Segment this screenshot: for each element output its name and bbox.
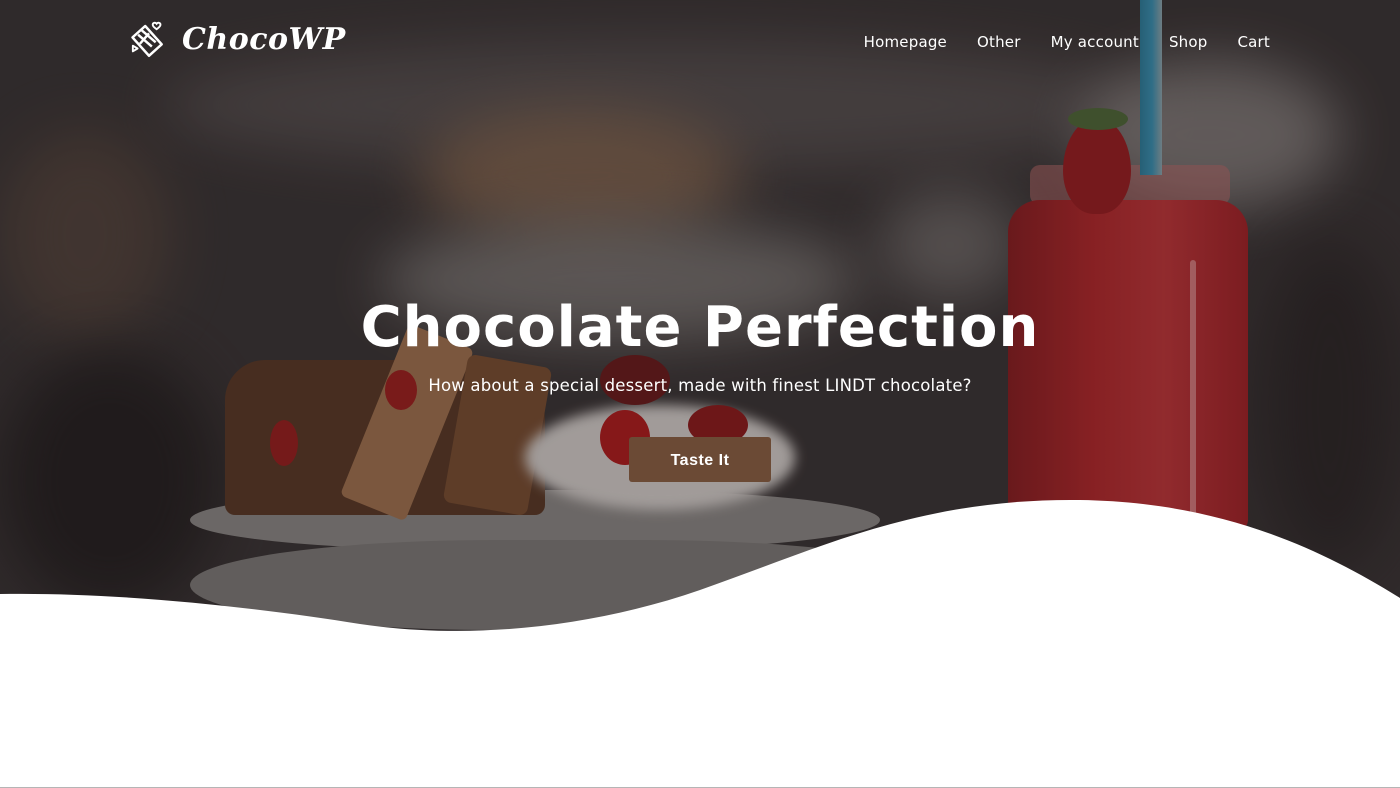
site-logo[interactable]: ChocoWP (130, 20, 346, 58)
hero-subtitle: How about a special dessert, made with f… (428, 376, 972, 395)
nav-item-my-account[interactable]: My account (1051, 33, 1139, 51)
brand-name: ChocoWP (182, 21, 346, 57)
nav-item-shop[interactable]: Shop (1169, 33, 1208, 51)
taste-it-button[interactable]: Taste It (629, 437, 771, 482)
nav-item-cart[interactable]: Cart (1237, 33, 1270, 51)
hero-content: Chocolate Perfection How about a special… (0, 292, 1400, 482)
main-navigation: Homepage Other My account Shop Cart (834, 33, 1270, 51)
hero-title: Chocolate Perfection (360, 295, 1040, 360)
site-header: ChocoWP Homepage Other My account Shop C… (0, 0, 1400, 86)
nav-item-other[interactable]: Other (977, 33, 1021, 51)
nav-item-homepage[interactable]: Homepage (864, 33, 947, 51)
chocolate-bar-hearts-icon (131, 21, 163, 58)
